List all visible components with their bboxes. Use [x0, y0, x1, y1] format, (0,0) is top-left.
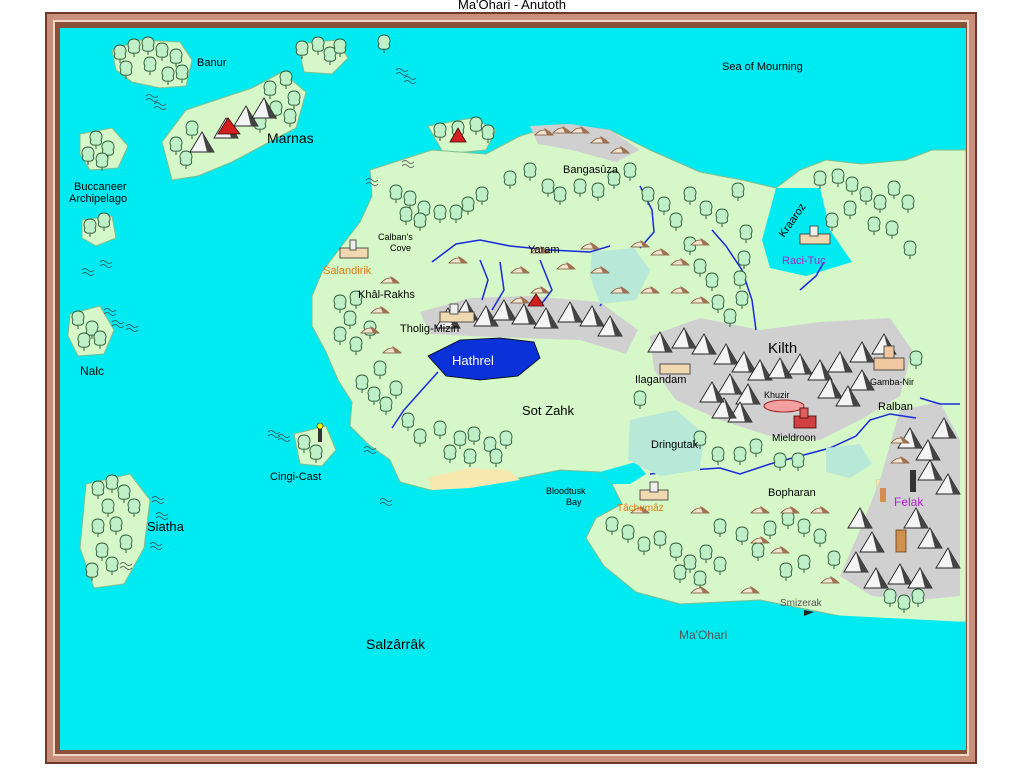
label-salzarrak: Salzârrâk — [366, 636, 426, 652]
label-calbans-1: Calban's — [378, 232, 413, 242]
label-bloodtusk-2: Bay — [566, 497, 582, 507]
label-hathrel: Hathrel — [452, 353, 494, 368]
label-ralban: Ralban — [878, 401, 913, 413]
label-mieldroon: Mieldroon — [772, 433, 816, 444]
label-banur: Banur — [197, 57, 227, 69]
khuzir-city-icon[interactable] — [763, 399, 805, 413]
label-cingi-cast: Cingi-Cast — [270, 471, 321, 483]
label-raci-tuc: Raci-Tuc — [782, 255, 826, 267]
window-title: Ma'Ohari - Anutoth — [458, 0, 566, 12]
label-bloodtusk-1: Bloodtusk — [546, 486, 586, 496]
label-khuzir: Khuzir — [764, 390, 790, 400]
label-khal-rakhs: Khâl-Rakhs — [358, 289, 415, 301]
label-bangasuza: Bangasûza — [563, 164, 619, 176]
label-gamba-nir: Gamba-Nir — [870, 377, 914, 387]
label-yaram: Yaram — [528, 244, 560, 256]
label-dringutak: Dringutak — [651, 439, 699, 451]
label-salandirik: Salandirik — [323, 265, 372, 277]
southeast-sea — [732, 610, 966, 750]
label-smizerak: Smizerak — [780, 598, 823, 609]
label-felak: Felak — [894, 495, 924, 509]
label-bopharan: Bopharan — [768, 487, 816, 499]
label-sot-zahk: Sot Zahk — [522, 403, 575, 418]
label-buccaneer-2: Archipelago — [69, 193, 127, 205]
label-tholig-mizin: Tholig-Mizin — [400, 323, 459, 335]
label-kilth: Kilth — [768, 340, 797, 357]
label-sea-of-mourning: Sea of Mourning — [722, 61, 803, 73]
label-tachumaz: Tâchumâz — [617, 503, 664, 514]
label-maohari: Ma'Ohari — [679, 628, 727, 642]
label-siatha: Siatha — [147, 519, 185, 534]
label-nalc: Nalc — [80, 364, 104, 378]
ilagandam-city-icon[interactable] — [659, 363, 691, 375]
label-ilagandam: Ilagandam — [635, 374, 686, 386]
map-canvas[interactable]: Banur Marnas Sea of Mourning Buccaneer A… — [60, 28, 966, 750]
label-marnas: Marnas — [267, 130, 314, 146]
label-calbans-2: Cove — [390, 243, 411, 253]
label-buccaneer-1: Buccaneer — [74, 181, 127, 193]
